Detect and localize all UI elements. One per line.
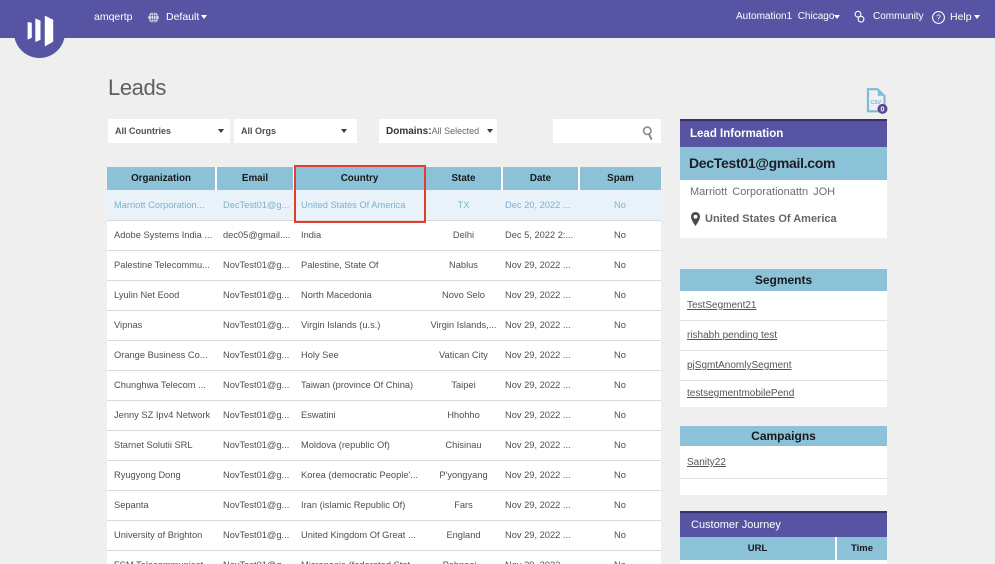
svg-text:?: ? <box>936 13 941 23</box>
svg-text:0: 0 <box>880 106 884 113</box>
